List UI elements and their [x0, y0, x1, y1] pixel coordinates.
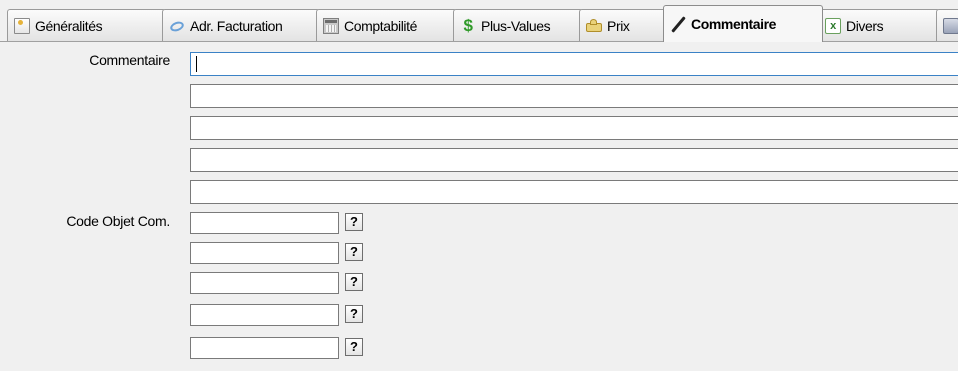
comment-line-4[interactable]	[190, 148, 958, 172]
tab-label: Adr. Facturation	[190, 17, 283, 34]
accounting-icon	[323, 17, 339, 34]
pen-icon	[670, 16, 686, 32]
code-objet-help-button-1[interactable]: ?	[345, 213, 363, 231]
comment-line-3[interactable]	[190, 116, 958, 140]
code-objet-field-5[interactable]	[190, 337, 339, 359]
code-objet-field-1[interactable]	[190, 212, 339, 234]
code-objet-field-4[interactable]	[190, 304, 339, 326]
more-tab-icon	[943, 17, 958, 34]
spreadsheet-icon: x	[825, 17, 841, 34]
tab-comptabilite[interactable]: Comptabilité	[316, 9, 457, 41]
tab-generalites[interactable]: Généralités	[7, 9, 166, 41]
tab-label: Comptabilité	[344, 17, 418, 34]
code-objet-help-button-5[interactable]: ?	[345, 338, 363, 356]
text-caret	[196, 56, 197, 72]
tab-more[interactable]	[936, 9, 958, 41]
dollar-icon: $	[463, 15, 473, 35]
comment-tab-window: Généralités Adr. Facturation Comptabilit…	[0, 0, 958, 371]
code-objet-help-button-2[interactable]: ?	[345, 243, 363, 261]
document-icon	[14, 17, 30, 34]
address-icon	[169, 18, 185, 34]
comment-line-1[interactable]	[190, 52, 958, 76]
comment-line-2[interactable]	[190, 84, 958, 108]
price-icon	[586, 18, 602, 34]
code-objet-com-label: Code Objet Com.	[66, 213, 170, 229]
tab-label: Généralités	[35, 17, 103, 34]
tab-commentaire[interactable]: Commentaire	[663, 5, 823, 42]
tab-plus-values[interactable]: $ Plus-Values	[453, 9, 583, 41]
tab-label: Prix	[607, 17, 630, 34]
tab-prix[interactable]: Prix	[579, 9, 667, 41]
tab-adr-facturation[interactable]: Adr. Facturation	[162, 9, 320, 41]
code-objet-help-button-4[interactable]: ?	[345, 305, 363, 323]
tab-label: Divers	[846, 17, 884, 34]
tab-label: Plus-Values	[481, 17, 551, 34]
tab-strip: Généralités Adr. Facturation Comptabilit…	[0, 0, 958, 42]
tab-label: Commentaire	[691, 16, 777, 32]
code-objet-field-3[interactable]	[190, 272, 339, 294]
tab-divers[interactable]: x Divers	[818, 9, 940, 41]
code-objet-field-2[interactable]	[190, 242, 339, 264]
comment-line-5[interactable]	[190, 180, 958, 204]
comment-label: Commentaire	[89, 52, 170, 68]
code-objet-help-button-3[interactable]: ?	[345, 273, 363, 291]
